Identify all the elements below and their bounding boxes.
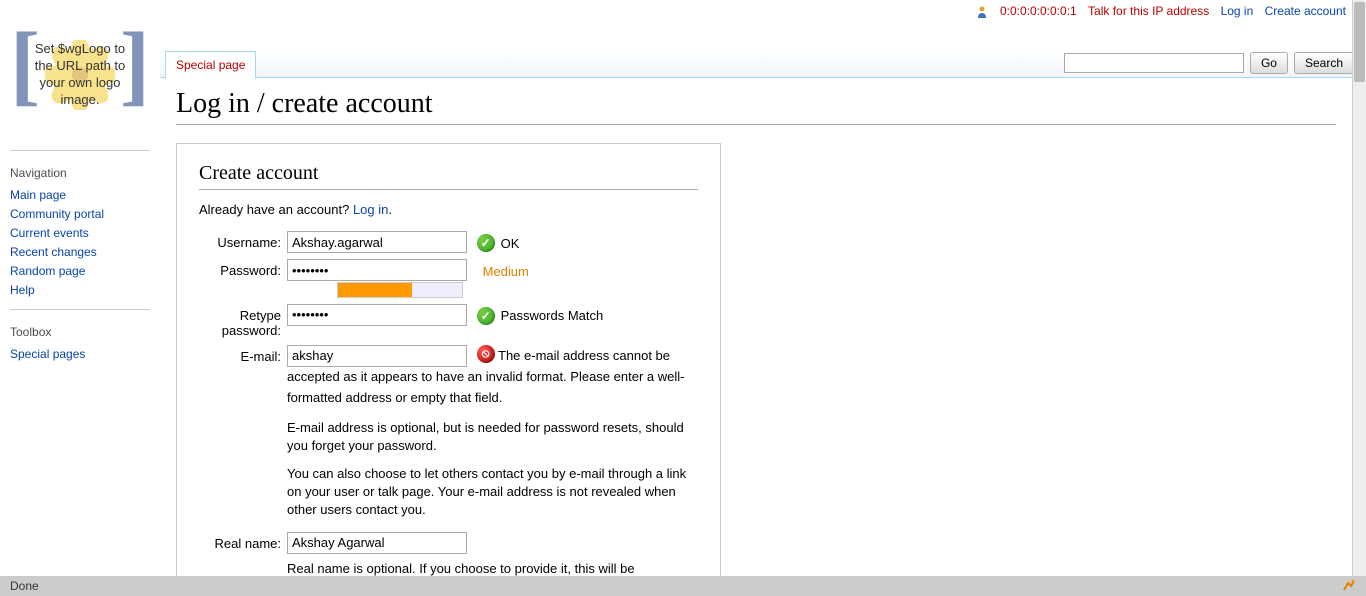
email-help-2: You can also choose to let others contac… [287,465,698,520]
error-icon: ⦸ [477,345,495,363]
password-strength-bar [337,282,463,298]
sidebar-divider-2 [10,309,150,310]
search-input[interactable] [1064,53,1244,73]
username-field[interactable] [287,231,467,253]
go-button[interactable]: Go [1250,52,1288,74]
status-text: Done [10,579,39,593]
search-area: Go Search [1064,52,1354,74]
password-strength-text: Medium [483,264,529,279]
retype-status: Passwords Match [501,308,604,323]
search-button[interactable]: Search [1294,52,1354,74]
retype-label: Retype password: [199,304,287,339]
password-label: Password: [199,259,287,298]
username-status: OK [501,236,520,251]
nav-recent-changes[interactable]: Recent changes [10,245,97,259]
login-inline-link[interactable]: Log in [353,202,388,217]
talk-link[interactable]: Talk for this IP address [1088,4,1209,18]
create-account-link[interactable]: Create account [1265,4,1346,18]
nav-main-page[interactable]: Main page [10,188,66,202]
box-heading: Create account [199,162,698,190]
scrollbar[interactable] [1352,0,1366,576]
sidebar: [ Set $wgLogo to the URL path to your ow… [0,0,160,576]
create-account-box: Create account Already have an account? … [176,143,721,576]
retype-password-field[interactable] [287,304,467,326]
nav-list: Main page Community portal Current event… [10,185,150,299]
nav-random-page[interactable]: Random page [10,264,85,278]
email-help-1: E-mail address is optional, but is neede… [287,419,698,455]
already-have-account: Already have an account? Log in. [199,202,698,217]
realname-label: Real name: [199,532,287,576]
check-icon: ✓ [477,307,495,325]
realname-field[interactable] [287,532,467,554]
nav-help[interactable]: Help [10,283,35,297]
check-icon: ✓ [477,234,495,252]
status-bar: Done [0,576,1366,596]
toolbox-list: Special pages [10,344,150,363]
ip-address-link[interactable]: 0:0:0:0:0:0:0:1 [1000,4,1077,18]
nav-heading: Navigation [10,166,150,180]
tool-special-pages[interactable]: Special pages [10,347,85,361]
password-field[interactable] [287,259,467,281]
login-link[interactable]: Log in [1221,4,1254,18]
toolbox-heading: Toolbox [10,325,150,339]
email-label: E-mail: [199,345,287,520]
tab-special-page[interactable]: Special page [165,51,256,79]
top-user-links: 0:0:0:0:0:0:0:1 Talk for this IP address… [977,4,1346,18]
content: Log in / create account Create account A… [176,88,1336,576]
sidebar-divider [10,150,150,151]
nav-community-portal[interactable]: Community portal [10,207,104,221]
scroll-thumb[interactable] [1354,2,1365,82]
already-period: . [388,202,392,217]
page-title: Log in / create account [176,88,1336,125]
logo[interactable]: [ Set $wgLogo to the URL path to your ow… [15,10,145,140]
already-text: Already have an account? [199,202,353,217]
password-strength-fill [338,283,412,297]
nav-current-events[interactable]: Current events [10,226,89,240]
realname-help: Real name is optional. If you choose to … [287,560,698,576]
username-label: Username: [199,231,287,253]
email-field[interactable] [287,345,467,367]
user-icon [977,6,987,18]
logo-text: Set $wgLogo to the URL path to your own … [15,41,145,109]
statusbar-icon [1342,578,1356,595]
